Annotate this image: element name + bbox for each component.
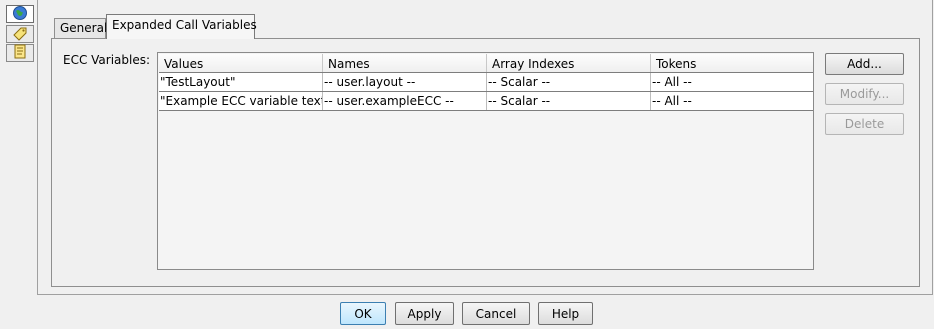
cell-array-index: -- Scalar -- <box>487 73 651 91</box>
cell-value: "TestLayout" <box>159 73 323 91</box>
cell-name: -- user.layout -- <box>323 73 487 91</box>
column-header-names[interactable]: Names <box>323 54 487 73</box>
apply-button[interactable]: Apply <box>395 302 454 325</box>
add-button[interactable]: Add... <box>825 53 904 75</box>
table-header: Values Names Array Indexes Tokens <box>159 54 813 73</box>
note-icon <box>13 44 27 62</box>
cell-tokens: -- All -- <box>652 75 692 89</box>
globe-icon <box>12 5 28 24</box>
column-header-array-indexes[interactable]: Array Indexes <box>487 54 651 73</box>
tab-general[interactable]: General <box>54 18 108 38</box>
table-row[interactable]: "Example ECC variable text." -- user.exa… <box>159 91 813 111</box>
cell-value: "Example ECC variable text." <box>160 92 323 110</box>
tab-expanded-call-variables[interactable]: Expanded Call Variables <box>106 14 257 39</box>
help-button[interactable]: Help <box>538 302 593 325</box>
cell-name: -- user.exampleECC -- <box>323 92 487 110</box>
column-header-tokens[interactable]: Tokens <box>651 54 813 73</box>
tag-tab-button[interactable] <box>6 25 34 43</box>
cell-array-index: -- Scalar -- <box>487 92 651 110</box>
table-row[interactable]: "TestLayout" -- user.layout -- -- Scalar… <box>159 72 813 92</box>
ecc-variables-table[interactable]: Values Names Array Indexes Tokens "TestL… <box>157 52 814 270</box>
column-header-values[interactable]: Values <box>159 54 323 73</box>
tab-general-label: General <box>60 21 108 35</box>
globe-tab-button[interactable] <box>6 5 34 23</box>
cell-tokens: -- All -- <box>652 94 692 108</box>
tab-ecc-label: Expanded Call Variables <box>112 18 257 32</box>
note-tab-button[interactable] <box>6 44 34 62</box>
modify-button[interactable]: Modify... <box>825 83 904 105</box>
cancel-button[interactable]: Cancel <box>462 302 530 325</box>
delete-button[interactable]: Delete <box>825 113 904 135</box>
ok-button[interactable]: OK <box>340 302 386 325</box>
ecc-variables-label: ECC Variables: <box>63 53 151 67</box>
tag-icon <box>12 25 28 44</box>
